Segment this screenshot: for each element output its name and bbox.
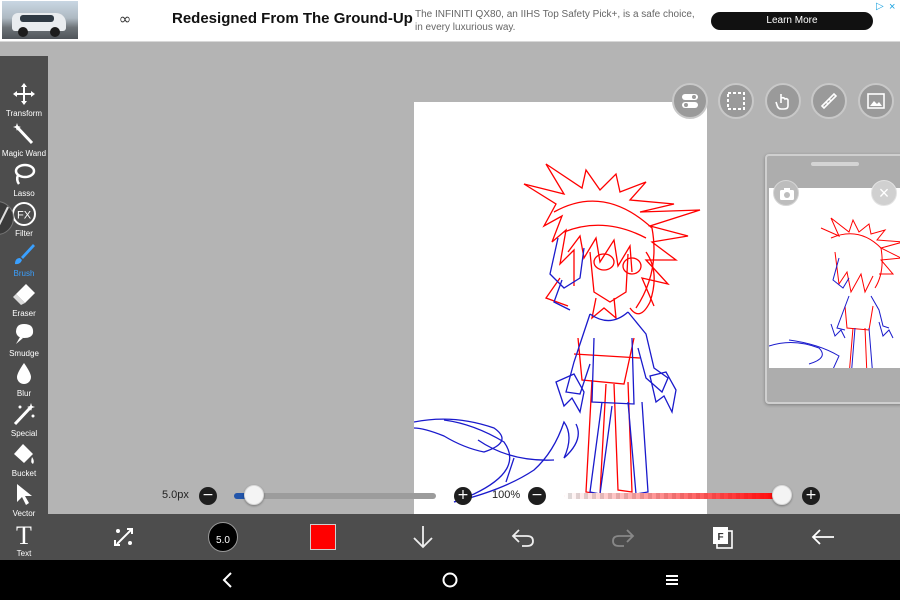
brush-size-plus-button[interactable]: + [454, 487, 472, 505]
learn-more-button[interactable]: Learn More [711, 12, 873, 30]
tool-magic-wand[interactable]: Magic Wand [0, 120, 48, 160]
system-nav-bar [0, 560, 900, 600]
tool-label: Bucket [11, 469, 37, 478]
reference-image-button[interactable] [858, 83, 894, 119]
tool-label: Text [16, 549, 32, 558]
text-icon: T [16, 522, 32, 546]
tool-label: Lasso [13, 189, 35, 198]
cursor-arrow-icon [17, 484, 32, 505]
ad-close-icon[interactable]: × [889, 1, 899, 13]
reference-window[interactable]: × [765, 154, 900, 404]
car-wheel [18, 27, 28, 37]
drag-handle[interactable] [811, 162, 859, 166]
color-picker-button[interactable] [310, 524, 336, 550]
blue-sketch-strokes [414, 237, 677, 503]
ad-banner[interactable]: ∞ Redesigned From The Ground-Up The INFI… [0, 0, 900, 42]
image-icon [867, 93, 885, 109]
fx-icon-text: FX [17, 210, 32, 222]
redo-button[interactable] [608, 522, 638, 552]
nav-home-button[interactable] [438, 568, 462, 592]
tool-lasso[interactable]: Lasso [0, 160, 48, 200]
nav-back-button[interactable] [216, 568, 240, 592]
tool-label: Magic Wand [1, 149, 47, 158]
ad-title[interactable]: Redesigned From The Ground-Up [172, 10, 413, 27]
brush-size-label: 5.0px [162, 489, 189, 501]
reference-preview [769, 188, 900, 368]
selection-icon [727, 92, 745, 110]
tool-label: Vector [12, 509, 36, 518]
tool-label: Smudge [9, 349, 39, 358]
artwork [414, 163, 704, 503]
undo-button[interactable] [508, 522, 538, 552]
tool-vector[interactable]: Vector [0, 480, 48, 520]
bucket-icon [14, 444, 34, 464]
brush-icon [15, 244, 35, 265]
tool-label: Brush [13, 269, 35, 278]
toggle-icon [682, 94, 698, 108]
svg-text:F: F [717, 532, 723, 543]
ad-description: The INFINITI QX80, an IIHS Top Safety Pi… [415, 9, 695, 33]
tool-label: Blur [16, 389, 32, 398]
download-button[interactable] [408, 522, 438, 552]
app-root: ∞ Redesigned From The Ground-Up The INFI… [0, 0, 900, 600]
brush-size-track[interactable] [234, 493, 436, 499]
tool-label: Eraser [12, 309, 36, 318]
droplet-icon [17, 363, 31, 384]
close-icon: × [878, 183, 890, 203]
tool-eraser[interactable]: Eraser [0, 280, 48, 320]
text-icon-glyph: T [16, 522, 32, 546]
bottom-action-bar: 5.0 F [48, 514, 900, 560]
pencil-icon [0, 206, 9, 226]
brush-size-indicator[interactable]: 5.0 [208, 522, 238, 552]
layers-button[interactable]: F [708, 522, 738, 552]
opacity-track[interactable] [564, 493, 784, 499]
tool-label: Transform [5, 109, 43, 118]
tool-text[interactable]: T Text [0, 520, 48, 560]
close-reference-button[interactable]: × [871, 180, 897, 206]
magic-wand-icon [13, 123, 34, 145]
reference-artwork [769, 217, 900, 368]
tool-sidebar: Transform Magic Wand Lasso FX Filter Bru… [0, 56, 48, 560]
ruler-button[interactable] [811, 83, 847, 119]
nav-recents-button[interactable] [660, 568, 684, 592]
toggle-settings-button[interactable] [672, 83, 708, 119]
tool-brush[interactable]: Brush [0, 240, 48, 280]
tool-label: Special [10, 429, 38, 438]
sparkle-icon [13, 403, 35, 426]
opacity-plus-button[interactable]: + [802, 487, 820, 505]
hand-tool-button[interactable] [765, 83, 801, 119]
camera-button[interactable] [773, 180, 799, 206]
tool-blur[interactable]: Blur [0, 360, 48, 400]
drawing-canvas[interactable] [414, 102, 707, 514]
red-sketch-strokes [523, 163, 701, 495]
tool-special[interactable]: Special [0, 400, 48, 440]
eraser-icon [13, 284, 35, 305]
opacity-label: 100% [492, 489, 521, 501]
ruler-icon [820, 92, 838, 110]
camera-icon [780, 188, 794, 200]
infiniti-logo: ∞ [118, 10, 132, 28]
move-icon [13, 83, 35, 105]
tool-smudge[interactable]: Smudge [0, 320, 48, 360]
ad-image[interactable] [2, 1, 78, 39]
brush-size-minus-button[interactable]: − [199, 487, 217, 505]
opacity-knob[interactable] [772, 485, 792, 505]
back-arrow-button[interactable] [808, 522, 838, 552]
hand-icon [775, 94, 789, 110]
tool-transform[interactable]: Transform [0, 80, 48, 120]
tool-bucket[interactable]: Bucket [0, 440, 48, 480]
car-wheel [50, 27, 60, 37]
brush-size-knob[interactable] [244, 485, 265, 505]
fx-icon: FX [12, 202, 36, 226]
smudge-icon [16, 324, 34, 344]
opacity-minus-button[interactable]: − [528, 487, 546, 505]
swap-tool-button[interactable] [109, 522, 139, 552]
lasso-icon [14, 163, 36, 185]
selection-button[interactable] [718, 83, 754, 119]
adchoices-icon[interactable]: ▷ [876, 1, 888, 13]
